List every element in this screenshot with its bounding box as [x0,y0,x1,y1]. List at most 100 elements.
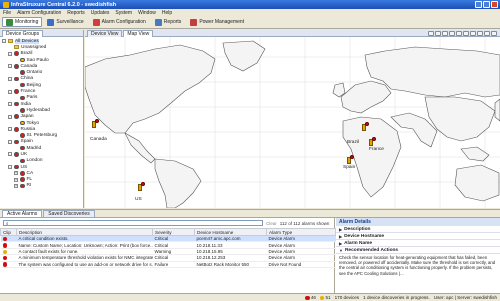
reports-button[interactable]: Reports [151,17,186,27]
collapse-icon[interactable]: - [8,152,12,157]
print-icon[interactable] [484,30,490,36]
collapse-icon[interactable]: - [8,76,12,81]
collapse-icon[interactable]: - [8,89,12,94]
collapse-icon[interactable]: - [8,165,12,170]
column-header-clip[interactable]: Clip [0,228,17,236]
status-bar: 46 51 170 devices 1 device discoveries i… [0,293,500,301]
surveillance-button[interactable]: Surveillance [43,17,87,27]
details-section-recommended-actions[interactable]: ▼ Recommended Actions [336,247,500,254]
map-pin-us[interactable] [138,182,145,191]
alarm-description: The system was configured to use an add-… [16,261,153,268]
collapse-icon[interactable]: - [8,51,12,56]
pan-icon[interactable] [442,30,448,36]
home-icon[interactable] [470,30,476,36]
details-section-description[interactable]: ▶ Description [336,226,500,233]
map-pin-uk[interactable] [362,122,369,131]
tab-device-view[interactable]: Device View [87,29,123,37]
monitoring-button[interactable]: Monitoring [2,17,43,27]
map-pin-spain[interactable] [347,155,354,164]
table-row[interactable]: Name: Custom Name; Location: Unknown; Ac… [0,241,336,249]
zoom-in-icon[interactable] [428,30,434,36]
details-section-device-hostname[interactable]: ▶ Device Hostname [336,233,500,240]
table-row[interactable]: A critical condition exists. Critical pcem… [0,235,336,243]
column-header-description[interactable]: Description [16,228,153,236]
power-management-label: Power Management [199,19,245,25]
tab-active-alarms[interactable]: Active Alarms [2,210,43,217]
status-dot-icon [20,95,25,101]
status-dot-icon [14,64,19,69]
alarm-severity-cell [0,261,17,268]
alarm-search-input[interactable]: ⌕ [3,220,263,226]
menu-updates[interactable]: Updates [91,10,110,16]
collapse-icon[interactable]: - [8,114,12,119]
menu-reports[interactable]: Reports [67,10,85,16]
status-dot-icon [14,152,19,157]
map-view-tabs: Device View Map View [87,29,154,37]
tab-device-groups[interactable]: Device Groups [2,29,44,37]
map-pin-canada[interactable] [92,119,99,128]
tree-item-label: UK [20,151,28,157]
device-groups-panel: Device Groups - All Devices Unassigned - Bra… [0,29,84,208]
search-icon: ⌕ [6,220,9,226]
expand-icon[interactable]: + [14,171,18,176]
fit-icon[interactable] [477,30,483,36]
collapse-icon[interactable]: - [8,139,12,144]
window-title: InfraStruxure Central 6.2.0 - swedishfis… [11,1,117,8]
layers-icon[interactable] [463,30,469,36]
menu-system[interactable]: System [115,10,132,16]
select-icon[interactable] [449,30,455,36]
expand-icon[interactable]: + [14,183,18,188]
maximize-icon[interactable] [483,1,490,8]
bell-icon [92,18,100,26]
alarm-icon [2,236,7,241]
tab-map-view[interactable]: Map View [123,29,154,37]
tree-item-label: Russia [20,126,36,132]
table-row[interactable]: A minimum temperature threshold violatio… [0,254,336,262]
menu-file[interactable]: File [3,10,11,16]
table-row[interactable]: The system was configured to use an add-… [0,261,336,268]
close-icon[interactable] [491,1,498,8]
alarms-table: Clip Description Severity Device Hostname Al… [0,228,336,268]
details-section-alarm-name[interactable]: ▶ Alarm Name [336,240,500,247]
collapse-icon[interactable]: - [2,39,6,44]
tree-item-label: Brazil [20,51,33,57]
collapse-icon[interactable]: - [8,102,12,107]
expand-icon[interactable]: + [14,177,18,182]
zoom-out-icon[interactable] [435,30,441,36]
column-header-device-hostname[interactable]: Device Hostname [194,228,267,236]
critical-count[interactable]: 46 [305,295,316,301]
alarm-icon [2,249,7,254]
alarm-description: Name: Custom Name; Location: Unknown; Ac… [16,241,153,249]
column-header-alarm-type[interactable]: Alarm Type [266,228,336,236]
tab-saved-discoveries[interactable]: Saved Discoveries [43,210,95,217]
map-panel: Device View Map View Canada US France Sp… [85,29,500,208]
collapse-icon[interactable]: - [8,127,12,132]
alarm-details-sections: ▶ Description ▶ Device Hostname ▶ Alarm Name ▼… [336,226,500,277]
alarm-severity: Failure [152,261,195,268]
monitoring-label: Monitoring [15,19,39,25]
expand-arrow-icon: ▶ [339,233,343,239]
menu-alarm-configuration[interactable]: Alarm Configuration [17,10,61,16]
tree-item-ri[interactable]: + RI [2,183,83,189]
table-row[interactable]: A contact fault exists for none. Warning 1… [0,248,336,256]
clear-button[interactable]: Clear [266,221,277,226]
menu-help[interactable]: Help [162,10,172,16]
refresh-icon[interactable] [456,30,462,36]
menu-window[interactable]: Window [138,10,156,16]
alarm-configuration-button[interactable]: Alarm Configuration [89,17,150,27]
warning-count[interactable]: 51 [319,294,331,301]
tree-item-label: St. Petersburg [26,133,58,139]
minimize-icon[interactable] [475,1,482,8]
map-pin-france[interactable] [369,137,376,146]
warning-count-text: 51 [325,294,331,300]
status-dot-icon [14,127,19,132]
alarm-count-text: 112 of 112 alarms shown [279,220,330,226]
world-map[interactable]: Canada US France Spain Brazil [85,37,500,208]
map-label-brazil: Brazil [347,140,359,145]
collapse-icon[interactable]: - [8,64,12,69]
column-header-severity[interactable]: Severity [152,228,195,236]
power-management-button[interactable]: Power Management [186,17,248,27]
details-section-label: Device Hostname [344,233,385,239]
tree-item-label: RI [26,183,32,189]
settings-icon[interactable] [491,30,497,36]
